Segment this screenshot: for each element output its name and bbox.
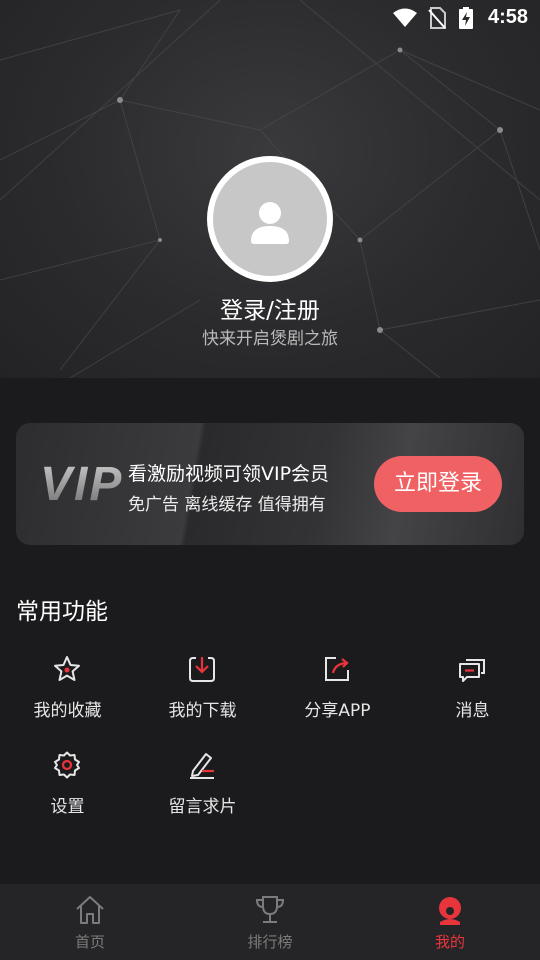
downloads-label: 我的下载 [168,701,237,721]
star-icon [54,656,80,681]
tab-mine[interactable]: 我的 [360,884,540,960]
home-icon [76,896,104,924]
profile-header: 4:58 登录/注册 快来开启煲剧之旅 [0,0,540,378]
share-app-item[interactable]: 分享APP [270,654,405,734]
profile-icon [439,897,461,925]
tab-ranking-label: 排行榜 [247,933,293,951]
request-movie-item[interactable]: 留言求片 [135,750,270,830]
share-icon [325,657,349,681]
avatar-image [213,162,327,276]
avatar[interactable] [207,156,333,282]
trophy-icon [255,896,285,923]
tab-ranking[interactable]: 排行榜 [180,884,360,960]
gear-icon [54,751,80,779]
status-time: 4:58 [487,6,528,28]
user-icon [251,202,289,244]
vip-logo: VIP [40,458,124,511]
bottom-tab-bar: 首页 排行榜 我的 [0,884,540,960]
download-icon [189,657,215,682]
edit-icon [190,753,214,779]
tab-home[interactable]: 首页 [0,884,180,960]
favorites-item[interactable]: 我的收藏 [0,654,135,734]
no-sim-icon [428,7,446,29]
vip-title: 看激励视频可领VIP会员 [128,463,330,485]
login-register-link[interactable]: 登录/注册 [0,291,540,325]
messages-item[interactable]: 消息 [405,654,540,734]
login-now-button[interactable]: 立即登录 [374,456,502,512]
request-movie-label: 留言求片 [168,797,237,817]
wifi-icon [393,8,417,27]
share-app-label: 分享APP [304,701,371,721]
section-title: 常用功能 [16,599,108,625]
battery-charging-icon [459,7,473,29]
login-subtitle: 快来开启煲剧之旅 [202,329,338,349]
settings-item[interactable]: 设置 [0,750,135,830]
tab-home-label: 首页 [74,933,105,951]
messages-label: 消息 [455,701,490,721]
settings-label: 设置 [50,797,85,817]
message-icon [459,659,485,682]
favorites-label: 我的收藏 [33,701,102,721]
downloads-item[interactable]: 我的下载 [135,654,270,734]
status-bar: 4:58 [0,0,540,36]
vip-subtitle: 免广告 离线缓存 值得拥有 [128,495,326,515]
vip-card[interactable]: VIP 看激励视频可领VIP会员 免广告 离线缓存 值得拥有 立即登录 [16,423,524,545]
tab-mine-label: 我的 [434,933,465,951]
